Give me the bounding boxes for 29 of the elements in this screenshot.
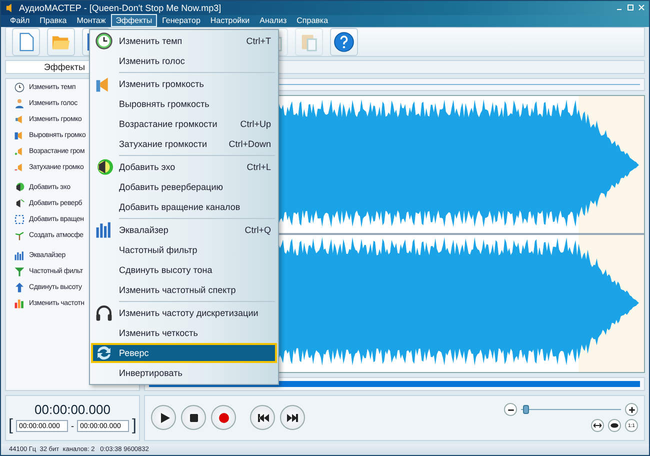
menu-item[interactable]: Монтаж bbox=[72, 14, 111, 28]
menu-entry[interactable]: Эквалайзер Ctrl+Q bbox=[91, 220, 277, 240]
menu-entry[interactable]: Реверс bbox=[91, 343, 277, 363]
menu-entry[interactable]: Выровнять громкость bbox=[91, 94, 277, 114]
menu-entry[interactable]: Добавить реверберацию bbox=[91, 177, 277, 197]
range-dash: - bbox=[71, 421, 74, 432]
menu-entry[interactable]: Изменить громкость bbox=[91, 74, 277, 94]
menu-entry[interactable]: Инвертировать bbox=[91, 363, 277, 383]
menu-entry[interactable]: Изменить частотный спектр bbox=[91, 280, 277, 300]
menu-item[interactable]: Эффекты bbox=[110, 14, 158, 28]
menu-item[interactable]: Анализ bbox=[254, 14, 292, 28]
menu-item[interactable]: Файл bbox=[5, 14, 35, 28]
menu-item[interactable]: Настройки bbox=[205, 14, 255, 28]
menu-item[interactable]: Правка bbox=[34, 14, 72, 28]
menu-entry[interactable]: Добавить эхо Ctrl+L bbox=[91, 157, 277, 177]
window-title: АудиоМАСТЕР - [Queen-Don't Stop Me Now.mp3] bbox=[19, 2, 222, 13]
menu-entry[interactable]: Возрастание громкости Ctrl+Up bbox=[91, 114, 277, 134]
menu-entry[interactable]: Изменить темп Ctrl+T bbox=[91, 31, 277, 51]
bracket: ] bbox=[132, 419, 136, 434]
menu-entry[interactable]: Изменить четкость bbox=[91, 323, 277, 343]
menu-item[interactable]: Генератор bbox=[157, 14, 206, 28]
menu-entry[interactable]: Сдвинуть высоту тона bbox=[91, 260, 277, 280]
bracket: [ bbox=[8, 419, 13, 434]
menu-entry[interactable]: Изменить частоту дискретизации bbox=[91, 303, 277, 323]
menu-entry[interactable]: Затухание громкости Ctrl+Down bbox=[91, 134, 277, 154]
current-time: 00:00:00.000 bbox=[34, 402, 110, 418]
menu-entry[interactable]: Частотный фильтр bbox=[91, 240, 277, 260]
menu-item[interactable]: Справка bbox=[292, 14, 334, 28]
menu-entry[interactable]: Добавить вращение каналов bbox=[91, 197, 277, 217]
